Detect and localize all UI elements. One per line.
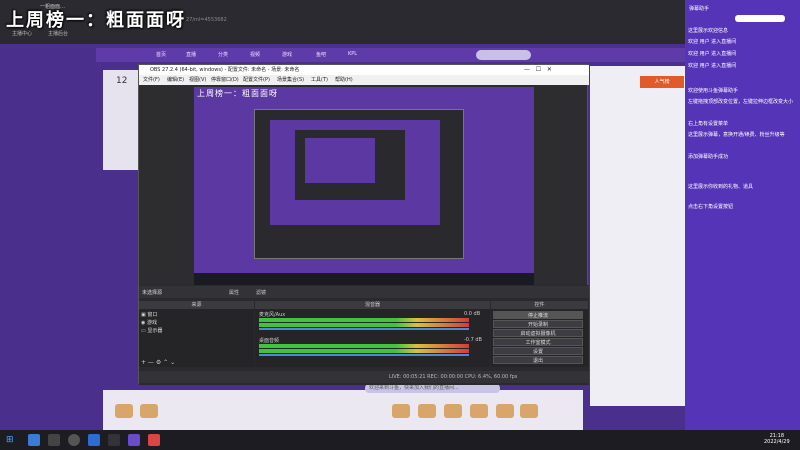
mixer-db-readout: 0.0 dB [464,311,481,317]
start-icon[interactable]: ⊞ [6,435,14,445]
controls-header: 控件 [491,301,588,309]
site-navbar [96,48,686,62]
source-label: 窗口 [147,312,158,318]
mixer-header: 混音器 [255,301,490,309]
obs-icon[interactable] [68,434,80,446]
audio-meter [259,323,469,327]
preview-overlay-title: 上周榜一：粗面面呀 [197,89,278,98]
address-bar[interactable]: 27/ml=4553682 [186,17,227,23]
chat-line: 欢迎 用户 进入直播间 [688,51,737,57]
obs-preview[interactable]: 上周榜一：粗面面呀 [194,87,534,285]
chat-line: 左键拖拽顶部改变位置，左键拉伸边框改变大小 [688,99,794,105]
nav-item[interactable]: 游戏 [282,51,292,58]
danmaku-title: 弹幕助手 [689,6,710,12]
nav-item[interactable]: 视频 [250,51,260,58]
chat-line: 欢迎 用户 进入直播间 [688,63,737,69]
gift-icon[interactable] [418,404,436,418]
preview-nested-window [254,109,464,259]
chat-line: 这里展示弹幕，意换开通/续费、粉丝升级等 [688,132,785,138]
nav-item[interactable]: KPL [348,51,357,57]
chat-line: 添加弹幕助手成功 [688,154,729,160]
source-toolbar [139,286,589,298]
studio-mode-button[interactable]: 工作室模式 [493,338,583,346]
exit-button[interactable]: 退出 [493,356,583,364]
source-item[interactable]: ◉ 游戏 [141,319,157,326]
volume-slider[interactable] [259,328,469,330]
mixer-channel-label: 桌面音频 [259,338,280,344]
site-right-panel [590,66,685,406]
app-icon[interactable] [128,434,140,446]
clock-date: 2022/4/29 [764,439,790,445]
source-add-remove-buttons[interactable]: + — ⚙ ⌃ ⌄ [141,359,175,366]
browser-icon[interactable] [88,434,100,446]
app-icon[interactable] [148,434,160,446]
menu-help[interactable]: 帮助(H) [335,75,353,85]
obs-status-bar: LIVE: 00:05:21 REC: 00:00:00 CPU: 6.4%, … [139,371,589,383]
obs-titlebar: OBS 27.2.4 (64-bit, windows) - 配置文件: 未命名… [139,65,589,75]
nested-capture [305,138,375,183]
sources-header: 来源 [139,301,254,309]
audio-meter [259,318,469,322]
overlay-title: 上周榜一：粗面面呀 [6,10,186,31]
menu-view[interactable]: 视图(V) [189,75,206,85]
nav-item[interactable]: 分类 [218,51,228,58]
gift-icon[interactable] [392,404,410,418]
nested-capture [270,120,440,225]
source-label: 游戏 [146,320,157,326]
nav-item[interactable]: 鱼吧 [316,51,326,58]
nav-item[interactable]: 首页 [156,51,166,58]
chat-line: 右上角有设置菜单 [688,121,729,127]
preview-capture: 上周榜一：粗面面呀 [194,87,534,285]
obs-window: OBS 27.2.4 (64-bit, windows) - 配置文件: 未命名… [138,64,589,385]
start-recording-button[interactable]: 开始录制 [493,320,583,328]
filters-button[interactable]: 滤镜 [256,289,266,296]
obs-menubar: 文件(F) 编辑(E) 视图(V) 停靠窗口(D) 配置文件(P) 场景集合(S… [139,75,589,85]
gift-icon[interactable] [520,404,538,418]
windows-taskbar [0,430,800,450]
settings-icon[interactable] [108,434,120,446]
no-source-label: 未选择源 [142,290,163,296]
menu-edit[interactable]: 编辑(E) [167,75,184,85]
chat-input-hint[interactable]: 欢迎来到斗鱼，快来加入我们的直播间... [365,384,500,393]
gift-icon[interactable] [470,404,488,418]
properties-button[interactable]: 属性 [229,289,239,296]
streamer-count: 12 [116,76,128,86]
chat-line: 这里展示欢迎信息 [688,28,729,34]
menu-file[interactable]: 文件(F) [143,75,160,85]
source-item[interactable]: ▭ 显示器 [141,327,162,334]
menu-docks[interactable]: 停靠窗口(D) [211,75,239,85]
menu-tools[interactable]: 工具(T) [311,75,328,85]
nav-item[interactable]: 直播 [186,51,196,58]
status-text: LIVE: 00:05:21 REC: 00:00:00 CPU: 6.4%, … [389,374,518,380]
gift-icon[interactable] [140,404,158,418]
chat-line: 欢迎使用斗鱼弹幕助手 [688,88,739,94]
volume-slider[interactable] [259,354,469,356]
menu-profile[interactable]: 配置文件(P) [243,75,270,85]
preview-taskbar [194,273,534,285]
virtual-camera-button[interactable]: 启动虚拟摄像机 [493,329,583,337]
menu-scene-collection[interactable]: 场景集合(S) [277,75,304,85]
gift-icon[interactable] [496,404,514,418]
mixer-channel-label: 麦克风/Aux [259,312,286,318]
rank-button[interactable]: 人气榜 [640,76,684,88]
taskbar-clock[interactable]: 21:18 2022/4/29 [764,433,790,445]
chat-line: 欢迎 用户 进入直播间 [688,39,737,45]
audio-meter [259,344,469,348]
nested-capture [295,130,405,200]
stop-streaming-button[interactable]: 停止推流 [493,311,583,319]
gift-icon[interactable] [444,404,462,418]
gift-icon[interactable] [115,404,133,418]
settings-button[interactable]: 设置 [493,347,583,355]
file-explorer-icon[interactable] [48,434,60,446]
mixer-db-readout: -0.7 dB [464,337,482,343]
source-item[interactable]: ▣ 窗口 [141,311,157,318]
site-search-input[interactable] [476,50,531,60]
source-label: 显示器 [147,328,163,334]
audio-meter [259,349,469,353]
chat-line: 点击右下角设置按钮 [688,204,734,210]
window-controls[interactable]: — ☐ ✕ [524,66,552,73]
edge-icon[interactable] [28,434,40,446]
danmaku-search[interactable] [735,15,785,22]
chat-line: 这里展示你收到的礼物、道具 [688,184,754,190]
